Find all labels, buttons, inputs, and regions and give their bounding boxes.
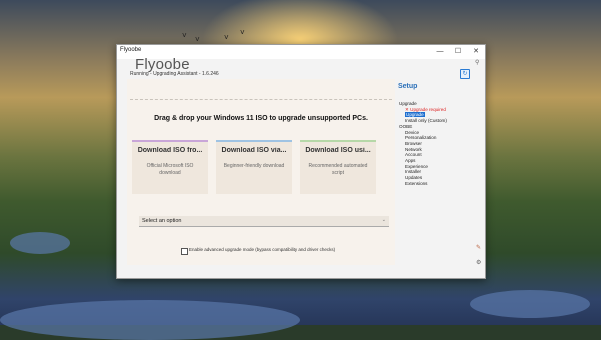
tree-item-label: Upgrade bbox=[405, 112, 425, 118]
card-title: Download ISO usi... bbox=[305, 147, 371, 154]
option-select[interactable]: Select an option ⌄ bbox=[139, 216, 389, 227]
status-text: Running - Upgrading Assistant - 1.6.246 bbox=[130, 71, 219, 77]
search-icon[interactable]: ⚲ bbox=[475, 59, 479, 66]
bird-icon: ˅ bbox=[195, 35, 200, 44]
drag-drop-text: Drag & drop your Windows 11 ISO to upgra… bbox=[154, 115, 368, 122]
chevron-down-icon: ⌄ bbox=[381, 217, 386, 223]
maximize-button[interactable]: ☐ bbox=[449, 45, 467, 59]
card-download-iso-2[interactable]: Download ISO via... Beginner-friendly do… bbox=[216, 140, 292, 194]
drop-zone-divider bbox=[130, 99, 392, 100]
setup-sidebar: Setup Upgrade ✕ Upgrade required Upgrade… bbox=[397, 81, 477, 251]
card-download-iso-3[interactable]: Download ISO usi... Recommended automate… bbox=[300, 140, 376, 194]
select-value: Select an option bbox=[142, 218, 182, 224]
close-button[interactable]: ✕ bbox=[467, 45, 485, 59]
bird-icon: ˅ bbox=[240, 28, 245, 37]
tree-item-extensions[interactable]: Extensions bbox=[399, 181, 479, 187]
minimize-button[interactable]: — bbox=[431, 45, 449, 59]
card-description: Official Microsoft ISO download bbox=[146, 163, 194, 176]
setup-tree: Upgrade ✕ Upgrade required Upgrade Insta… bbox=[399, 101, 479, 187]
palette-icon[interactable]: ✎ bbox=[476, 244, 481, 251]
advanced-mode-label[interactable]: Enable advanced upgrade mode (bypass com… bbox=[189, 247, 335, 252]
app-window: Flyoobe — ☐ ✕ Flyoobe Running - Upgradin… bbox=[116, 44, 486, 279]
advanced-mode-checkbox[interactable] bbox=[181, 248, 188, 255]
wallpaper-lake bbox=[470, 290, 590, 318]
window-title: Flyoobe bbox=[120, 47, 142, 53]
refresh-icon[interactable]: ↻ bbox=[460, 69, 470, 79]
card-description: Recommended automated script bbox=[308, 163, 368, 176]
card-download-iso-1[interactable]: Download ISO fro... Official Microsoft I… bbox=[132, 140, 208, 194]
sidebar-title: Setup bbox=[398, 83, 418, 90]
bird-icon: ˅ bbox=[182, 31, 187, 40]
settings-icon[interactable]: ⚙ bbox=[476, 259, 481, 266]
bird-icon: ˅ bbox=[224, 33, 229, 42]
card-title: Download ISO via... bbox=[221, 147, 287, 154]
card-description: Beginner-friendly download bbox=[223, 163, 285, 169]
wallpaper-lake bbox=[10, 232, 70, 254]
wallpaper-lake bbox=[0, 300, 300, 340]
card-title: Download ISO fro... bbox=[137, 147, 203, 154]
main-panel: Drag & drop your Windows 11 ISO to upgra… bbox=[127, 79, 395, 265]
